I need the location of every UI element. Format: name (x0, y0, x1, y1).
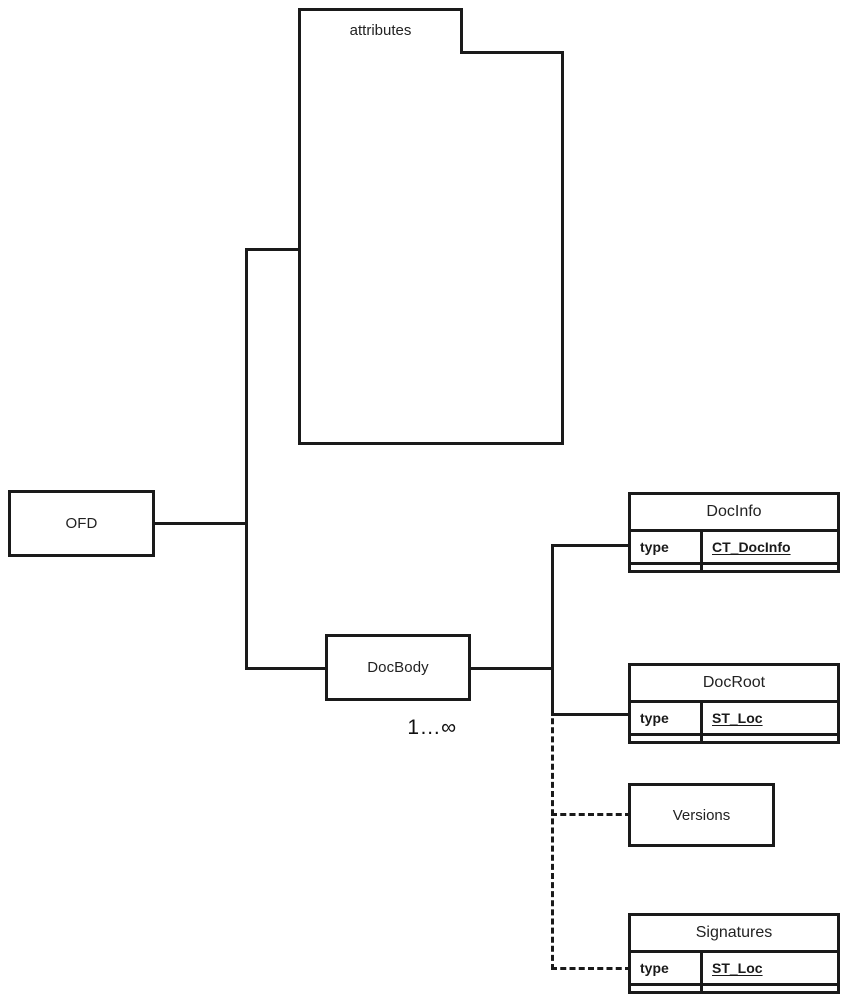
node-docroot-footer-key-cell (631, 736, 703, 741)
node-docbody[interactable]: DocBody (325, 634, 471, 701)
node-docinfo-title: DocInfo (631, 495, 837, 532)
connector-trunk2-to-versions (551, 813, 631, 816)
node-docroot-title: DocRoot (631, 666, 837, 703)
node-docroot-value: ST_Loc (703, 703, 837, 733)
node-docroot-footer-value-cell (703, 736, 837, 741)
node-ofd[interactable]: OFD (8, 490, 155, 557)
node-signatures-key: type (631, 953, 703, 983)
connector-docbody-to-trunk2 (470, 667, 554, 670)
node-versions[interactable]: Versions (628, 783, 775, 847)
node-docinfo-key: type (631, 532, 703, 562)
connector-trunk2-to-signatures (551, 967, 631, 970)
attributes-group-tab-label: attributes (349, 22, 412, 39)
node-docinfo-type-row: type CT_DocInfo (631, 532, 837, 565)
schema-diagram-canvas: attributes Version type xs:string use re… (0, 0, 847, 1000)
connector-ofd-to-trunk (155, 522, 248, 525)
node-docinfo-value-text: CT_DocInfo (712, 539, 791, 555)
node-signatures-footer-value-cell (703, 986, 837, 991)
connector-trunk2-vertical-solid (551, 544, 554, 714)
node-docinfo-footer-value-cell (703, 565, 837, 570)
node-docinfo[interactable]: DocInfo type CT_DocInfo (628, 492, 840, 573)
node-ofd-label: OFD (65, 515, 98, 532)
node-versions-label: Versions (672, 806, 731, 824)
node-docroot-footer (631, 736, 837, 741)
node-signatures-value: ST_Loc (703, 953, 837, 983)
connector-trunk2-vertical-dashed (551, 700, 554, 970)
node-signatures[interactable]: Signatures type ST_Loc (628, 913, 840, 994)
node-docinfo-value: CT_DocInfo (703, 532, 837, 562)
node-signatures-title: Signatures (631, 916, 837, 953)
node-docroot[interactable]: DocRoot type ST_Loc (628, 663, 840, 744)
connector-trunk2-to-docroot (551, 713, 631, 716)
node-docroot-type-row: type ST_Loc (631, 703, 837, 736)
tab-border-mask (301, 49, 460, 55)
connector-trunk2-to-docinfo (551, 544, 631, 547)
docbody-occurrence-label: 1…∞ (407, 716, 457, 739)
attributes-group-tab[interactable]: attributes (298, 8, 463, 53)
node-signatures-value-text: ST_Loc (712, 960, 763, 976)
attributes-group-container (298, 51, 564, 445)
connector-trunk-to-attributes (245, 248, 301, 251)
node-docbody-label: DocBody (367, 659, 429, 676)
node-signatures-footer (631, 986, 837, 991)
node-docinfo-footer (631, 565, 837, 570)
node-docinfo-footer-key-cell (631, 565, 703, 570)
node-docroot-key: type (631, 703, 703, 733)
connector-trunk-to-docbody (245, 667, 327, 670)
node-docroot-value-text: ST_Loc (712, 710, 763, 726)
node-signatures-footer-key-cell (631, 986, 703, 991)
node-signatures-type-row: type ST_Loc (631, 953, 837, 986)
connector-trunk-vertical (245, 248, 248, 670)
